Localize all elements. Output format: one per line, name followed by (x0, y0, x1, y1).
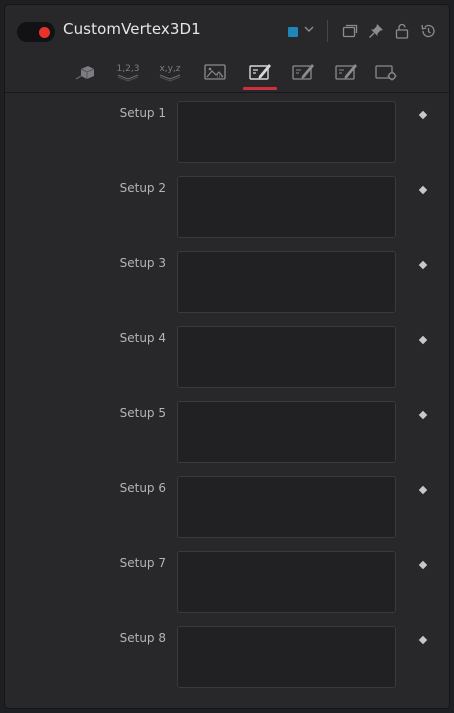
setup-1-label: Setup 1 (119, 106, 166, 120)
keyframe-diamond-icon[interactable] (418, 635, 428, 645)
active-tab-indicator (243, 87, 277, 90)
keyframe-diamond-icon[interactable] (418, 410, 428, 420)
tab-custom[interactable] (331, 57, 361, 87)
node-enable-toggle[interactable] (17, 22, 55, 42)
tab-setup[interactable] (245, 57, 275, 87)
tab-intermediate[interactable] (288, 57, 318, 87)
tab-settings[interactable] (371, 57, 401, 87)
image-icon (204, 64, 226, 80)
setup-8-label: Setup 8 (119, 631, 166, 645)
setup-2-textbox[interactable] (177, 176, 396, 238)
keyframe-diamond-icon[interactable] (418, 185, 428, 195)
setup-3-textbox[interactable] (177, 251, 396, 313)
keyframe-diamond-icon[interactable] (418, 560, 428, 570)
setup-7-label: Setup 7 (119, 556, 166, 570)
keyframe-diamond-icon[interactable] (418, 260, 428, 270)
settings-icon (375, 65, 397, 81)
setup-8-textbox[interactable] (177, 626, 396, 688)
setup-3-label: Setup 3 (119, 256, 166, 270)
node-title: CustomVertex3D1 (63, 20, 201, 38)
cube-icon (75, 66, 95, 80)
chevron-down-icon[interactable] (301, 23, 317, 39)
keyframe-diamond-icon[interactable] (418, 485, 428, 495)
setup-2-label: Setup 2 (119, 181, 166, 195)
node-color-swatch[interactable] (288, 27, 298, 37)
setup-5-textbox[interactable] (177, 401, 396, 463)
keyframe-diamond-icon[interactable] (418, 335, 428, 345)
setup-6-textbox[interactable] (177, 476, 396, 538)
script-icon (292, 64, 314, 80)
pin-icon[interactable] (367, 22, 385, 40)
tab-numbers[interactable]: 1,2,3 (113, 57, 143, 87)
tab-xyz[interactable]: x,y,z (155, 57, 185, 87)
setup-7-textbox[interactable] (177, 551, 396, 613)
reset-icon[interactable] (419, 22, 437, 40)
setup-4-textbox[interactable] (177, 326, 396, 388)
header-separator (327, 20, 328, 42)
script-icon (249, 64, 271, 80)
numbers-icon: 1,2,3 (117, 64, 140, 82)
setup-1-textbox[interactable] (177, 101, 396, 163)
svg-text:1,2,3: 1,2,3 (117, 64, 140, 74)
toggle-dot (39, 27, 50, 38)
xyz-icon: x,y,z (159, 64, 181, 82)
node-header: CustomVertex3D1 (5, 5, 449, 53)
script-icon (335, 64, 357, 80)
versions-icon[interactable] (341, 22, 359, 40)
setup-5-label: Setup 5 (119, 406, 166, 420)
setup-6-label: Setup 6 (119, 481, 166, 495)
tab-image[interactable] (200, 57, 230, 87)
inspector-tabs: 1,2,3 x,y,z (5, 55, 449, 91)
svg-text:x,y,z: x,y,z (159, 64, 180, 74)
tabs-divider (5, 92, 449, 93)
inspector-panel: CustomVertex3D1 1,2,3 x,y,z Setup 1 Setu… (4, 4, 450, 709)
setup-4-label: Setup 4 (119, 331, 166, 345)
tab-controls[interactable] (71, 57, 101, 87)
lock-icon[interactable] (393, 22, 411, 40)
keyframe-diamond-icon[interactable] (418, 110, 428, 120)
